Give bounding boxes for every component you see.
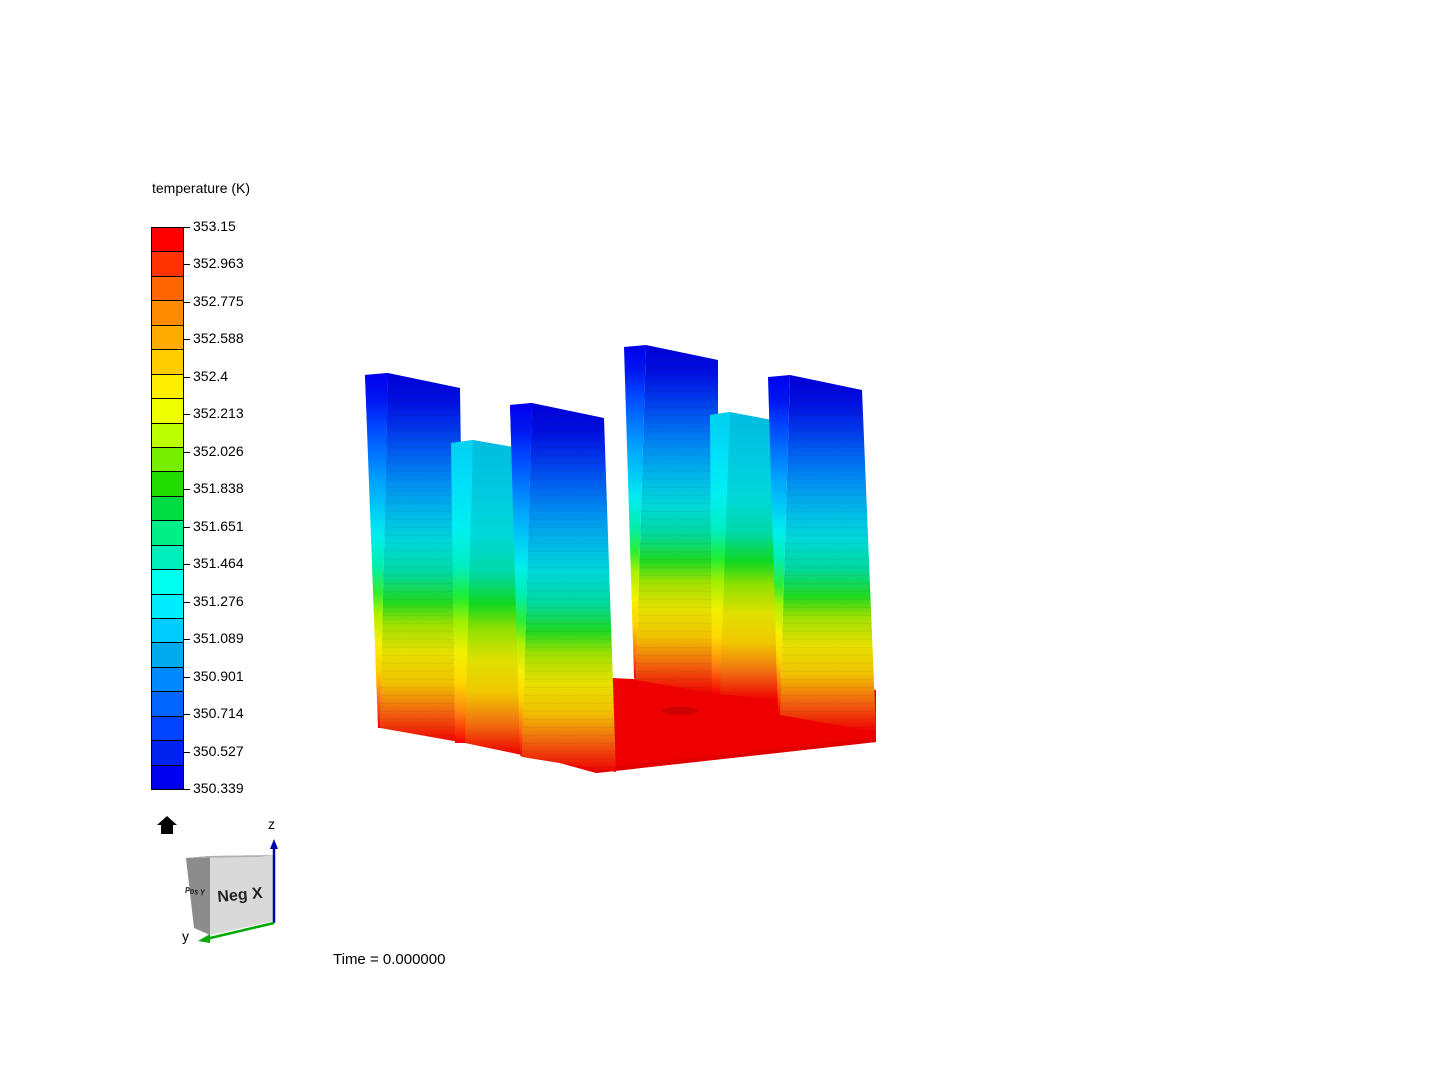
color-scale-segment bbox=[152, 594, 183, 619]
color-scale-segment bbox=[152, 399, 183, 424]
color-scale-segment bbox=[152, 667, 183, 693]
color-scale-tick-label: 352.775 bbox=[193, 293, 244, 309]
color-scale-tick bbox=[184, 714, 190, 715]
color-scale-tick bbox=[184, 377, 190, 378]
color-scale-segment bbox=[152, 252, 183, 277]
color-scale-segment bbox=[152, 276, 183, 302]
color-scale-tick-label: 350.339 bbox=[193, 780, 244, 796]
color-scale-segment bbox=[152, 496, 183, 522]
color-scale-tick bbox=[184, 264, 190, 265]
color-scale-tick-label: 352.4 bbox=[193, 368, 229, 384]
color-scale-tick-label: 351.089 bbox=[193, 630, 244, 646]
home-icon[interactable] bbox=[156, 815, 178, 835]
color-scale-segment bbox=[152, 325, 183, 351]
color-scale-segment bbox=[152, 228, 183, 253]
color-scale-segment bbox=[152, 374, 183, 400]
legend-title: temperature (K) bbox=[152, 180, 251, 196]
color-scale-tick-label: 350.901 bbox=[193, 668, 244, 684]
color-scale-tick-label: 352.963 bbox=[193, 255, 244, 271]
color-scale-tick bbox=[184, 677, 190, 678]
color-scale-tick-label: 350.714 bbox=[193, 705, 244, 721]
color-scale-segment bbox=[152, 741, 183, 766]
color-scale-segment bbox=[152, 765, 183, 790]
color-scale-segment bbox=[152, 716, 183, 742]
color-scale-tick-label: 353.15 bbox=[193, 218, 236, 234]
color-scale-tick bbox=[184, 602, 190, 603]
color-scale-tick bbox=[184, 489, 190, 490]
color-scale-segment bbox=[152, 643, 183, 668]
color-scale-tick-label: 352.026 bbox=[193, 443, 244, 459]
orientation-face-side-label: Pos Y bbox=[184, 885, 206, 898]
color-scale-tick-label: 351.464 bbox=[193, 555, 244, 571]
color-scale-tick bbox=[184, 752, 190, 753]
color-scale-bar bbox=[151, 227, 184, 790]
color-scale-segment bbox=[152, 619, 183, 644]
z-axis-label: z bbox=[268, 816, 275, 832]
fin-5 bbox=[710, 412, 778, 700]
color-scale-tick bbox=[184, 789, 190, 790]
fin-4 bbox=[624, 345, 718, 694]
fin-1 bbox=[365, 373, 465, 743]
color-scale-tick bbox=[184, 452, 190, 453]
y-axis-arrow-icon bbox=[198, 934, 210, 943]
color-scale-tick-label: 351.838 bbox=[193, 480, 244, 496]
color-scale-tick-label: 352.588 bbox=[193, 330, 244, 346]
color-scale-segment bbox=[152, 570, 183, 595]
orientation-widget[interactable]: Neg X Pos Y z y bbox=[178, 813, 288, 948]
color-scale-tick bbox=[184, 639, 190, 640]
color-scale-segment bbox=[152, 692, 183, 717]
color-scale-segment bbox=[152, 472, 183, 497]
color-scale-tick-label: 350.527 bbox=[193, 743, 244, 759]
y-axis-label: y bbox=[182, 928, 189, 944]
fin-2 bbox=[451, 440, 522, 755]
color-scale-tick bbox=[184, 414, 190, 415]
color-scale-segment bbox=[152, 423, 183, 448]
color-scale-tick-label: 351.651 bbox=[193, 518, 244, 534]
color-scale-tick bbox=[184, 227, 190, 228]
color-scale-tick bbox=[184, 527, 190, 528]
color-scale-segment bbox=[152, 301, 183, 326]
color-scale-tick bbox=[184, 339, 190, 340]
color-scale-segment bbox=[152, 545, 183, 571]
color-scale-tick bbox=[184, 302, 190, 303]
z-axis-arrow-icon bbox=[270, 839, 278, 849]
color-scale-tick-label: 351.276 bbox=[193, 593, 244, 609]
fin-6 bbox=[768, 375, 876, 732]
fin-3 bbox=[510, 403, 616, 772]
color-scale-tick-label: 352.213 bbox=[193, 405, 244, 421]
time-label: Time = 0.000000 bbox=[333, 951, 446, 968]
render-viewport[interactable]: temperature (K) 353.15 352.963 352.775 352.… bbox=[0, 0, 1440, 1080]
color-scale-segment bbox=[152, 521, 183, 546]
color-scale-segment bbox=[152, 350, 183, 375]
color-scale-tick bbox=[184, 564, 190, 565]
color-scale-segment bbox=[152, 447, 183, 473]
